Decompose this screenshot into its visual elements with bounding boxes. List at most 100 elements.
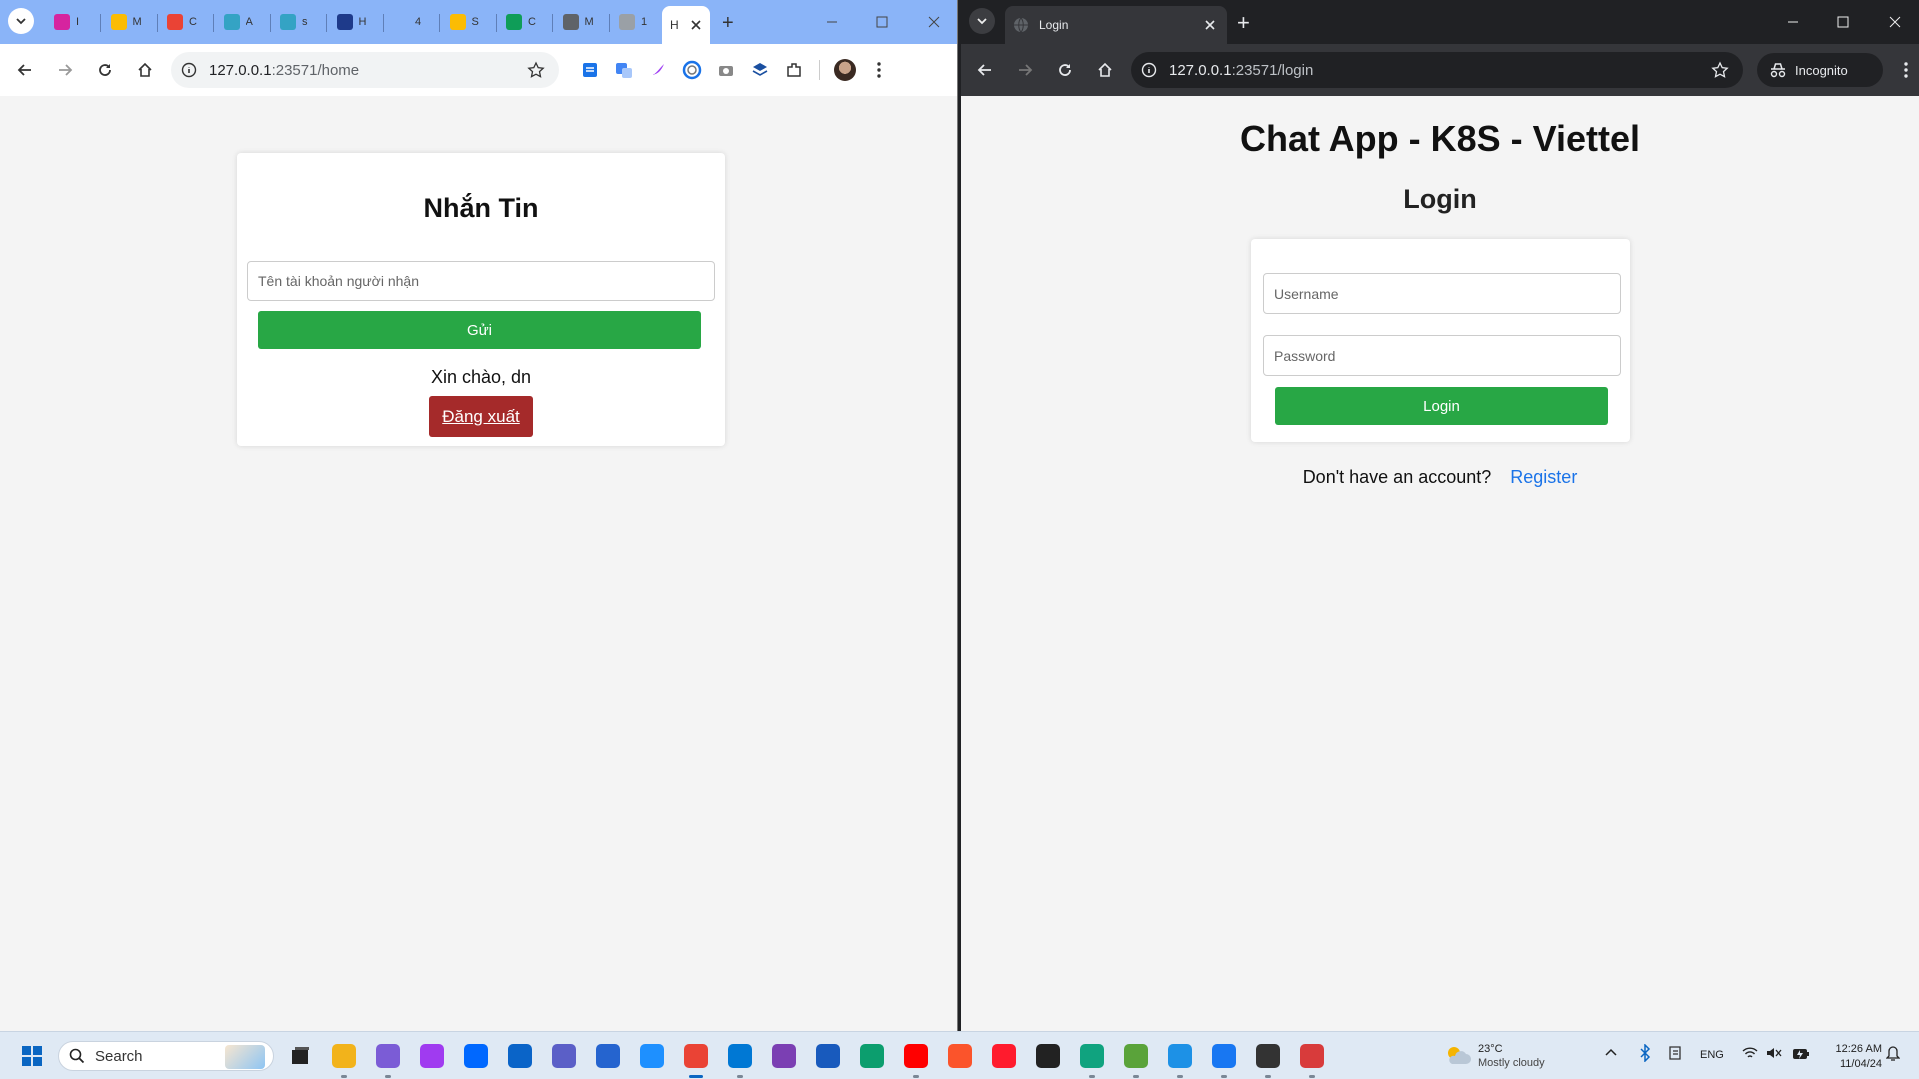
start-button[interactable] (16, 1040, 48, 1072)
reload-button[interactable] (1045, 50, 1085, 90)
forward-button[interactable] (45, 50, 85, 90)
taskbar-copilot[interactable] (372, 1040, 404, 1078)
bookmark-star-icon[interactable] (1711, 61, 1729, 79)
browser-tab[interactable]: S (442, 8, 494, 36)
incognito-badge[interactable]: Incognito (1757, 53, 1883, 87)
username-input[interactable] (1263, 273, 1621, 314)
close-tab-icon[interactable] (691, 20, 701, 30)
bookmark-star-icon[interactable] (527, 61, 545, 79)
browser-tab[interactable]: H (329, 8, 381, 36)
send-button[interactable]: Gửi (258, 311, 701, 349)
register-link[interactable]: Register (1510, 467, 1577, 487)
back-button[interactable] (965, 50, 1005, 90)
site-info-icon[interactable] (181, 62, 197, 78)
tab-search-button[interactable] (969, 8, 995, 34)
address-bar[interactable]: 127.0.0.1:23571/home (171, 52, 559, 88)
active-tab[interactable]: H (662, 6, 710, 44)
chrome-menu-button[interactable] (1889, 53, 1919, 87)
extensions-menu-button[interactable] (777, 53, 811, 87)
taskbar-opera[interactable] (988, 1040, 1020, 1072)
taskbar-word[interactable] (812, 1040, 844, 1072)
tab-favicon-icon (562, 14, 579, 30)
browser-tab[interactable]: M (103, 8, 155, 36)
logout-button[interactable]: Đăng xuất (429, 396, 533, 437)
minimize-button[interactable] (1773, 6, 1813, 38)
login-heading: Login (1403, 184, 1477, 214)
taskbar-youtube[interactable] (900, 1040, 932, 1078)
pen-menu-tray[interactable] (1668, 1045, 1682, 1066)
new-tab-button[interactable]: + (722, 12, 734, 35)
address-bar[interactable]: 127.0.0.1:23571/login (1131, 52, 1743, 88)
recipient-input[interactable] (247, 261, 715, 301)
taskbar-vscode[interactable] (724, 1040, 756, 1078)
bluetooth-tray[interactable] (1638, 1043, 1652, 1067)
tab-search-button[interactable] (8, 8, 34, 34)
taskbar-docker[interactable] (1164, 1040, 1196, 1078)
minimize-button[interactable] (812, 6, 852, 38)
browser-tab[interactable]: s (272, 8, 324, 36)
browser-tab[interactable]: 4 (385, 8, 437, 36)
taskbar-chrome[interactable] (680, 1040, 712, 1078)
profile-avatar[interactable] (828, 53, 862, 87)
taskbar-snipping-tool[interactable] (1296, 1040, 1328, 1078)
taskbar-facebook[interactable] (1208, 1040, 1240, 1078)
taskbar-todo[interactable] (592, 1040, 624, 1072)
weather-widget[interactable]: 23°C Mostly cloudy (1444, 1040, 1594, 1072)
language-indicator[interactable]: ENG (1700, 1049, 1724, 1061)
home-button[interactable] (125, 50, 165, 90)
browser-tab[interactable]: C (159, 8, 211, 36)
extension-bitwarden[interactable] (573, 53, 607, 87)
extension-circle[interactable] (675, 53, 709, 87)
taskbar-teams[interactable] (548, 1040, 580, 1072)
taskbar-notepad[interactable] (1120, 1040, 1152, 1078)
login-button[interactable]: Login (1275, 387, 1608, 425)
url-host: 127.0.0.1 (209, 61, 272, 79)
taskbar-edge[interactable] (856, 1040, 888, 1072)
site-info-icon[interactable] (1141, 62, 1157, 78)
tab-separator (213, 14, 214, 32)
facebook-icon (1212, 1044, 1236, 1068)
taskbar-outlook[interactable] (504, 1040, 536, 1072)
taskbar-search[interactable]: Search (58, 1041, 274, 1071)
password-input[interactable] (1263, 335, 1621, 376)
taskbar-file-explorer[interactable] (328, 1040, 360, 1078)
show-hidden-icons-button[interactable] (1604, 1046, 1618, 1065)
home-button[interactable] (1085, 50, 1125, 90)
reload-button[interactable] (85, 50, 125, 90)
taskbar-messenger[interactable] (416, 1040, 448, 1072)
taskbar-brave[interactable] (944, 1040, 976, 1072)
taskbar-sticky-notes[interactable] (1032, 1040, 1064, 1072)
battery-tray[interactable] (1792, 1047, 1810, 1065)
extension-layers[interactable] (743, 53, 777, 87)
close-window-button[interactable] (1875, 6, 1915, 38)
translate-icon (616, 63, 632, 78)
notifications-button[interactable] (1885, 1046, 1901, 1067)
tab-separator (439, 14, 440, 32)
wifi-tray[interactable] (1742, 1046, 1758, 1065)
extension-screenshot[interactable] (709, 53, 743, 87)
browser-tab[interactable]: I (46, 8, 98, 36)
taskbar-safari[interactable] (636, 1040, 668, 1072)
extension-gradient[interactable] (641, 53, 675, 87)
chrome-menu-button[interactable] (862, 53, 896, 87)
volume-tray[interactable] (1766, 1046, 1782, 1065)
browser-tab[interactable]: 1 (611, 8, 663, 36)
task-view-button[interactable] (284, 1040, 316, 1072)
browser-tab[interactable]: M (555, 8, 607, 36)
clock[interactable]: 12:26 AM 11/04/24 (1822, 1042, 1882, 1072)
extension-translate[interactable] (607, 53, 641, 87)
taskbar-zalo[interactable] (460, 1040, 492, 1072)
active-tab[interactable]: Login (1005, 6, 1227, 44)
taskbar-terminal[interactable] (1252, 1040, 1284, 1078)
back-button[interactable] (5, 50, 45, 90)
new-tab-button[interactable]: + (1237, 10, 1250, 36)
close-tab-icon[interactable] (1205, 20, 1215, 30)
browser-tab[interactable]: A (216, 8, 268, 36)
taskbar-visual-studio[interactable] (768, 1040, 800, 1072)
forward-button[interactable] (1005, 50, 1045, 90)
browser-tab[interactable]: C (498, 8, 550, 36)
taskbar-chatgpt[interactable] (1076, 1040, 1108, 1078)
maximize-button[interactable] (1823, 6, 1863, 38)
maximize-button[interactable] (862, 6, 902, 38)
close-window-button[interactable] (914, 6, 954, 38)
